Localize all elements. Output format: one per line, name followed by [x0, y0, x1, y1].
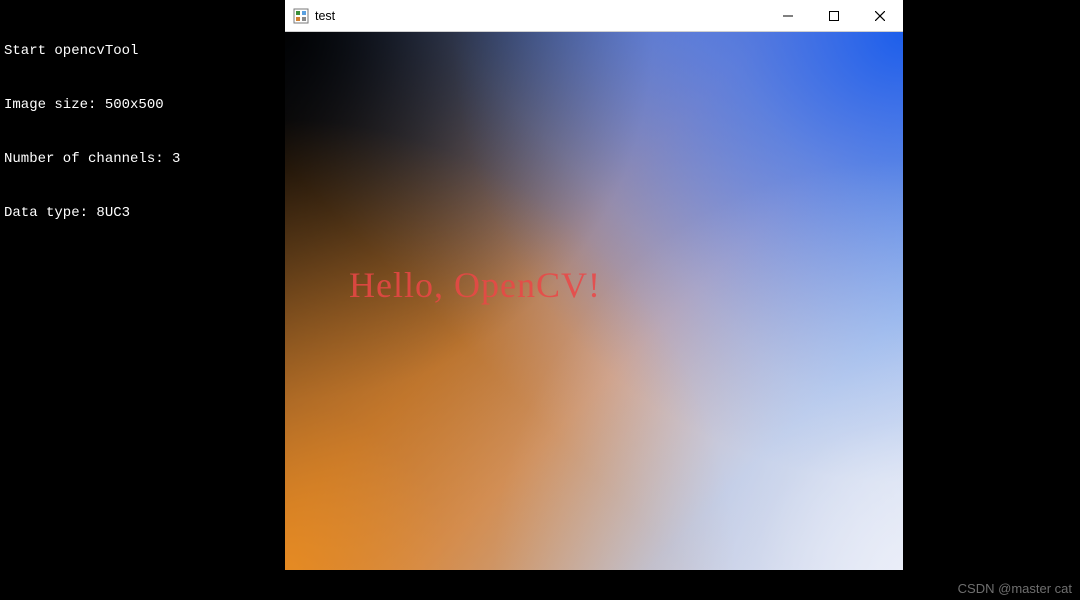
- console-line: Data type: 8UC3: [4, 204, 180, 222]
- window-client-area: Hello, OpenCV!: [285, 32, 903, 570]
- console-line: Start opencvTool: [4, 42, 180, 60]
- maximize-icon: [829, 11, 839, 21]
- minimize-button[interactable]: [765, 0, 811, 32]
- opencv-window: test Hello, OpenCV!: [285, 0, 903, 570]
- console-output: Start opencvTool Image size: 500x500 Num…: [0, 0, 184, 246]
- maximize-button[interactable]: [811, 0, 857, 32]
- window-title: test: [315, 9, 335, 23]
- console-line: Image size: 500x500: [4, 96, 180, 114]
- close-icon: [875, 11, 885, 21]
- overlay-text: Hello, OpenCV!: [349, 264, 601, 306]
- app-icon: [293, 8, 309, 24]
- watermark: CSDN @master cat: [958, 581, 1072, 596]
- minimize-icon: [783, 11, 793, 21]
- window-titlebar[interactable]: test: [285, 0, 903, 32]
- close-button[interactable]: [857, 0, 903, 32]
- console-line: Number of channels: 3: [4, 150, 180, 168]
